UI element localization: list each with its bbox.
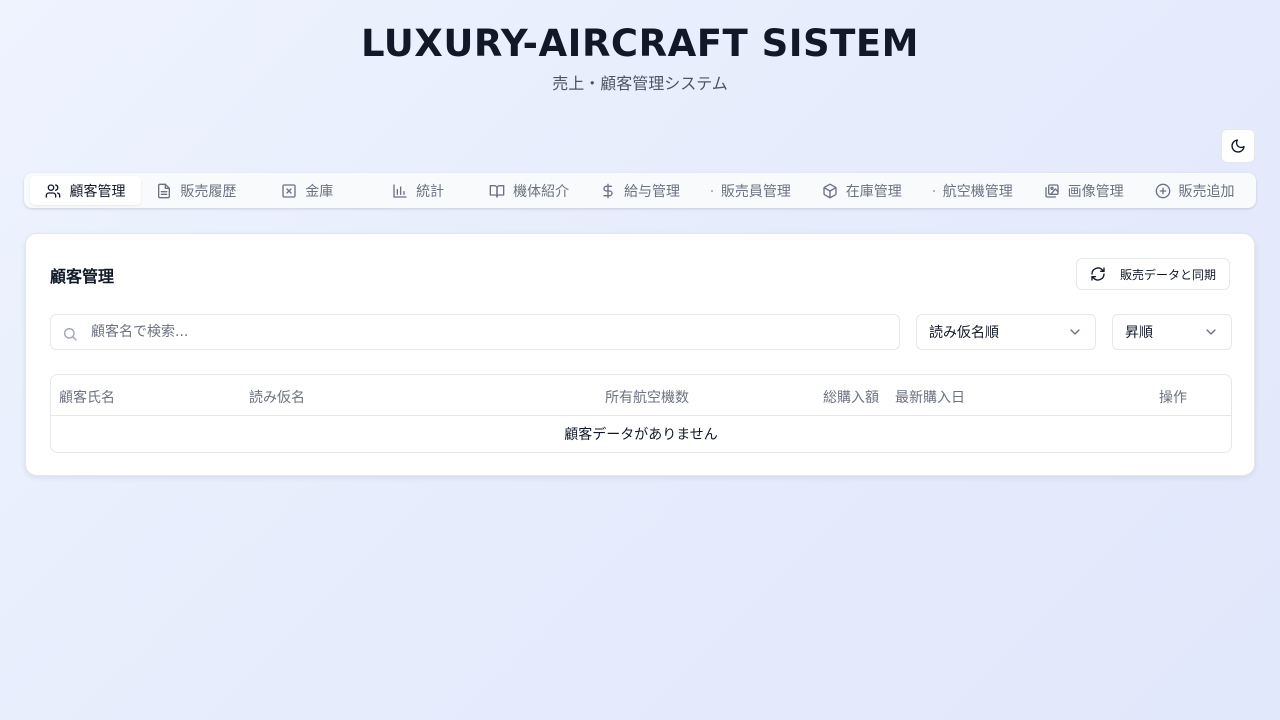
search-icon [63, 328, 77, 341]
sort-direction-value: 昇順 [1125, 325, 1153, 341]
tab-customers[interactable]: 顧客管理 [30, 176, 141, 205]
package-icon [823, 183, 837, 198]
tab-label: 在庫管理 [845, 183, 902, 200]
tab-image-management[interactable]: 画像管理 [1028, 176, 1139, 205]
dot-icon [932, 189, 935, 192]
refresh-icon [1091, 267, 1105, 281]
book-open-icon [489, 184, 505, 198]
column-header-aircraft-count[interactable]: 所有航空機数 [605, 387, 689, 407]
customer-management-card: 顧客管理 販売データと同期 読み仮名順 昇順 顧客氏名 読み仮名 所有航空機数 … [25, 233, 1255, 476]
tab-label: 画像管理 [1067, 183, 1124, 200]
tab-label: 航空機管理 [942, 183, 1013, 200]
tab-safe[interactable]: 金庫 [252, 176, 363, 205]
tab-label: 販売履歴 [180, 183, 237, 200]
tab-label: 統計 [416, 183, 445, 200]
column-header-last-purchase-date[interactable]: 最新購入日 [895, 387, 965, 407]
tab-payroll[interactable]: 給与管理 [585, 176, 696, 205]
tab-label: 販売員管理 [720, 183, 791, 200]
customer-search-box [50, 314, 900, 350]
sort-key-select[interactable]: 読み仮名順 [916, 314, 1096, 350]
tab-label: 機体紹介 [513, 183, 570, 200]
tab-inventory[interactable]: 在庫管理 [806, 176, 917, 205]
tab-aircraft-intro[interactable]: 機体紹介 [474, 176, 585, 205]
plus-circle-icon [1155, 183, 1170, 198]
app-header: LUXURY-AIRCRAFT SISTEM 売上・顧客管理システム [0, 22, 1280, 94]
dollar-icon [603, 183, 613, 198]
tab-label: 給与管理 [623, 183, 680, 200]
sort-direction-select[interactable]: 昇順 [1112, 314, 1232, 350]
tab-add-sale[interactable]: 販売追加 [1139, 176, 1250, 205]
sync-button-label: 販売データと同期 [1119, 267, 1216, 282]
column-header-total-purchase[interactable]: 総購入額 [823, 387, 879, 407]
tab-statistics[interactable]: 統計 [363, 176, 474, 205]
table-body: 顧客データがありません [51, 416, 1231, 452]
tab-bar: 顧客管理 販売履歴 金庫 統計 機体紹介 給与管理 販売員管理 在庫管理 航空機… [24, 173, 1256, 208]
tab-label: 顧客管理 [69, 183, 126, 200]
sort-key-value: 読み仮名順 [929, 325, 999, 341]
customer-search-input[interactable] [91, 315, 891, 349]
square-x-icon [282, 183, 296, 198]
file-text-icon [158, 183, 171, 198]
sync-sales-data-button[interactable]: 販売データと同期 [1076, 258, 1230, 290]
column-header-actions: 操作 [1159, 390, 1187, 406]
column-header-customer-name[interactable]: 顧客氏名 [59, 387, 115, 407]
app-title: LUXURY-AIRCRAFT SISTEM [360, 22, 919, 65]
customer-table: 顧客氏名 読み仮名 所有航空機数 総購入額 最新購入日 操作 顧客データがありま… [50, 374, 1232, 453]
dot-icon [710, 189, 713, 192]
column-header-reading[interactable]: 読み仮名 [249, 387, 305, 407]
moon-icon [1231, 139, 1245, 153]
tab-label: 販売追加 [1178, 183, 1235, 200]
tab-label: 金庫 [305, 183, 334, 200]
tab-aircraft-management[interactable]: 航空機管理 [917, 176, 1028, 205]
table-header: 顧客氏名 読み仮名 所有航空機数 総購入額 最新購入日 操作 [51, 375, 1231, 416]
empty-table-message: 顧客データがありません [564, 427, 718, 443]
chevron-down-icon [1206, 329, 1216, 335]
section-title: 顧客管理 [50, 267, 115, 286]
bar-chart-icon [393, 183, 407, 198]
images-icon [1044, 183, 1059, 198]
app-subtitle: 売上・顧客管理システム [552, 74, 728, 93]
theme-toggle-button[interactable] [1221, 129, 1255, 163]
chevron-down-icon [1070, 329, 1080, 335]
tab-sales-history[interactable]: 販売履歴 [141, 176, 252, 205]
users-icon [46, 183, 61, 198]
tab-salespeople[interactable]: 販売員管理 [695, 176, 806, 205]
